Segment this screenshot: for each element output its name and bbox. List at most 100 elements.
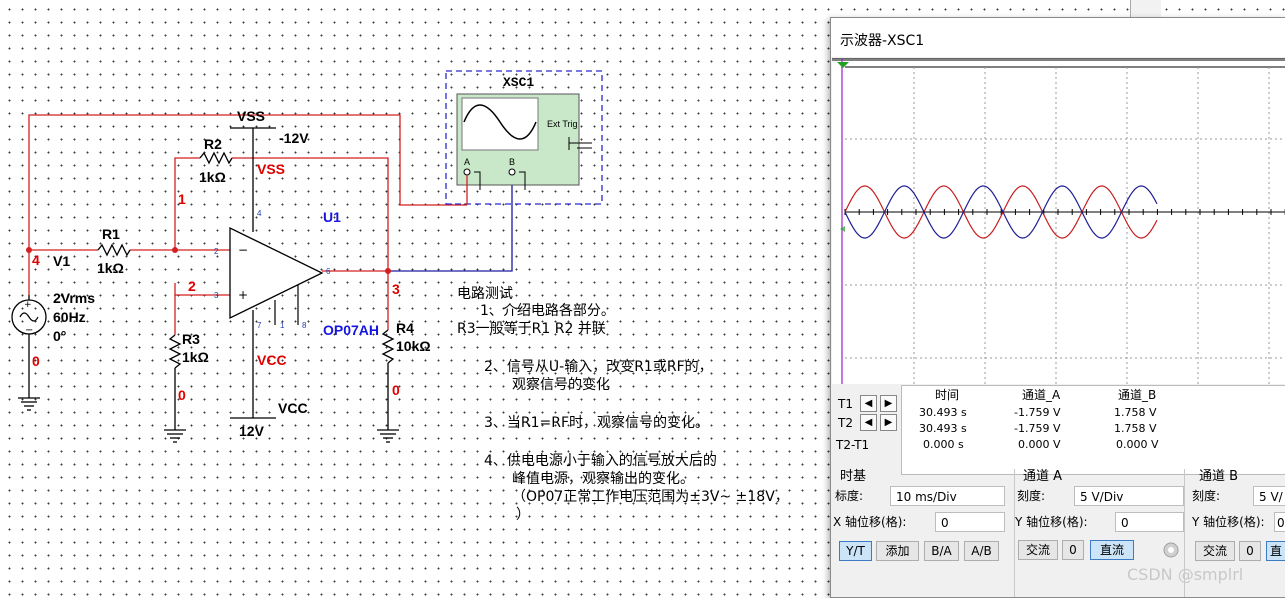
pin-4: 4 (257, 209, 262, 218)
t2-label: T2 (838, 416, 853, 430)
x-position-field[interactable]: 0 (935, 512, 1005, 532)
oscilloscope-title-bar[interactable]: 示波器-XSC1 (831, 18, 1285, 57)
v1-name: V1 (53, 253, 71, 269)
add-mode-button[interactable]: 添加 (876, 541, 919, 561)
t1-right-arrow-icon[interactable]: ▶ (880, 395, 897, 412)
wire-channel-b (388, 172, 513, 272)
timebase-scale-field[interactable]: 10 ms/Div (890, 486, 1005, 506)
t2-left-arrow-icon[interactable]: ◀ (860, 414, 877, 431)
net-node-1: 1 (178, 191, 186, 207)
channel-a-scale-label: 刻度: (1017, 489, 1046, 503)
notes-line-2: R3一般等于R1 R2 并联 (457, 321, 606, 337)
channel-b-zero-button[interactable]: 0 (1239, 541, 1261, 561)
inverting-sign: − (238, 243, 249, 257)
channel-a-label: 通道 A (1023, 469, 1063, 484)
pin-2: 2 (214, 247, 219, 256)
panel-separator (1014, 469, 1015, 597)
channel-a-zero-button[interactable]: 0 (1062, 540, 1084, 560)
r4-name: R4 (396, 320, 414, 336)
x-position-label: X 轴位移(格): (833, 515, 907, 529)
t1-channel-b: 1.758 V (1114, 406, 1157, 419)
noninverting-sign: + (238, 288, 249, 302)
t2-t1-label: T2-T1 (836, 438, 870, 452)
ground-symbols (18, 397, 399, 443)
notes-line-4: 3、当R1=RF时，观察信号的变化。 (484, 415, 710, 431)
pin-1: 1 (280, 321, 285, 330)
channel-b-ypos-label: Y 轴位移(格): (1192, 515, 1265, 529)
notes-line-5b: 峰值电源，观察输出的变化。 (512, 471, 694, 487)
oscilloscope-title: 示波器-XSC1 (840, 33, 925, 49)
channel-b-scale-field[interactable]: 5 V/ (1253, 486, 1285, 506)
net-node-4: 4 (32, 252, 40, 268)
delta-channel-a: 0.000 V (1018, 438, 1061, 451)
notes-line-5c: （OP07正常工作电压范围为±3V~ ±18V， (512, 489, 789, 505)
delta-time: 0.000 s (923, 438, 964, 451)
channel-a-scale-field[interactable]: 5 V/Div (1074, 486, 1184, 506)
r3-value: 1kΩ (182, 349, 209, 365)
t2-channel-a: -1.759 V (1014, 422, 1061, 435)
channel-b-terminal-label: B (509, 157, 516, 167)
svg-text:−: − (25, 325, 33, 336)
cursor-readout-panel: T1 ◀ ▶ T2 ◀ ▶ T2-T1 时间 通道_A 通道_B 30.493 … (831, 385, 1285, 475)
notes-line-5a: 4、供电电源小于输入的信号放大后的 (484, 453, 717, 469)
op-amp-model: OP07AH (323, 322, 380, 338)
vcc-net-label: VCC (257, 352, 287, 368)
r1-name: R1 (102, 226, 120, 242)
ba-mode-button[interactable]: B/A (924, 541, 959, 561)
notes-line-3a: 2、信号从U-输入，改变R1或RF的， (484, 359, 713, 375)
channel-b-label: 通道 B (1199, 469, 1239, 484)
r4-value: 10kΩ (396, 338, 431, 354)
t2-right-arrow-icon[interactable]: ▶ (880, 414, 897, 431)
cursor-readout-table: 时间 通道_A 通道_B 30.493 s -1.759 V 1.758 V 3… (901, 385, 1285, 475)
u1-label: U1 (323, 209, 341, 225)
pin-3: 3 (214, 291, 219, 300)
watermark: CSDN @smplrl (1127, 565, 1244, 584)
v1-phase: 0° (53, 328, 67, 344)
channel-a-ypos-field[interactable]: 0 (1115, 512, 1184, 532)
delta-channel-b: 0.000 V (1116, 438, 1159, 451)
channel-a-ac-button[interactable]: 交流 (1018, 540, 1058, 560)
t2-channel-b: 1.758 V (1114, 422, 1157, 435)
r2-value: 1kΩ (199, 169, 226, 185)
oscilloscope-display[interactable] (832, 58, 1285, 384)
v1-amplitude: 2Vrms (53, 290, 96, 306)
ext-trig-label: Ext Trig (547, 119, 578, 129)
header-channel-b: 通道_B (1118, 388, 1157, 402)
notes-line-5d: ） (516, 507, 530, 523)
channel-b-ac-button[interactable]: 交流 (1195, 541, 1235, 561)
channel-b-scale-label: 刻度: (1192, 489, 1221, 503)
ab-mode-button[interactable]: A/B (964, 541, 999, 561)
pin-6: 6 (326, 267, 331, 276)
t1-left-arrow-icon[interactable]: ◀ (860, 395, 877, 412)
oscilloscope-window[interactable]: 示波器-XSC1 T1 ◀ ▶ T2 ◀ ▶ T2-T1 时间 通道_A 通道_… (830, 17, 1285, 598)
r3-name: R3 (182, 331, 200, 347)
vss-voltage-label: -12V (279, 130, 309, 146)
r2-resistor (199, 151, 233, 165)
schematic-drawing: + − (11, 70, 603, 443)
channel-a-terminal-label: A (464, 157, 471, 167)
v1-frequency: 60Hz (53, 309, 86, 325)
channel-a-ypos-label: Y 轴位移(格): (1015, 515, 1088, 529)
net-node-0-v1: 0 (32, 353, 40, 369)
channel-b-dc-button[interactable]: 直 (1266, 541, 1285, 561)
oscilloscope-graticule (832, 59, 1285, 384)
svg-text:+: + (24, 300, 32, 310)
r4-resistor (381, 329, 395, 364)
op-amp-u1 (229, 226, 324, 320)
r1-value: 1kΩ (97, 260, 124, 276)
t1-time: 30.493 s (919, 406, 967, 419)
channel-b-ypos-field[interactable]: 0 (1274, 512, 1285, 532)
wire-noninv (174, 283, 230, 296)
xsc1-title: XSC1 (503, 75, 535, 90)
pin-8: 8 (302, 321, 307, 330)
net-node-3: 3 (392, 281, 400, 297)
channel-a-dc-button[interactable]: 直流 (1090, 540, 1134, 560)
net-node-0-r4: 0 (392, 382, 400, 398)
t1-channel-a: -1.759 V (1014, 406, 1061, 419)
notes-title: 电路测试 (457, 286, 513, 302)
vss-top-label: VSS (237, 108, 266, 124)
net-node-0-r3: 0 (178, 387, 186, 403)
yt-mode-button[interactable]: Y/T (839, 541, 872, 561)
header-time: 时间 (935, 388, 960, 402)
pin-7: 7 (257, 321, 262, 330)
